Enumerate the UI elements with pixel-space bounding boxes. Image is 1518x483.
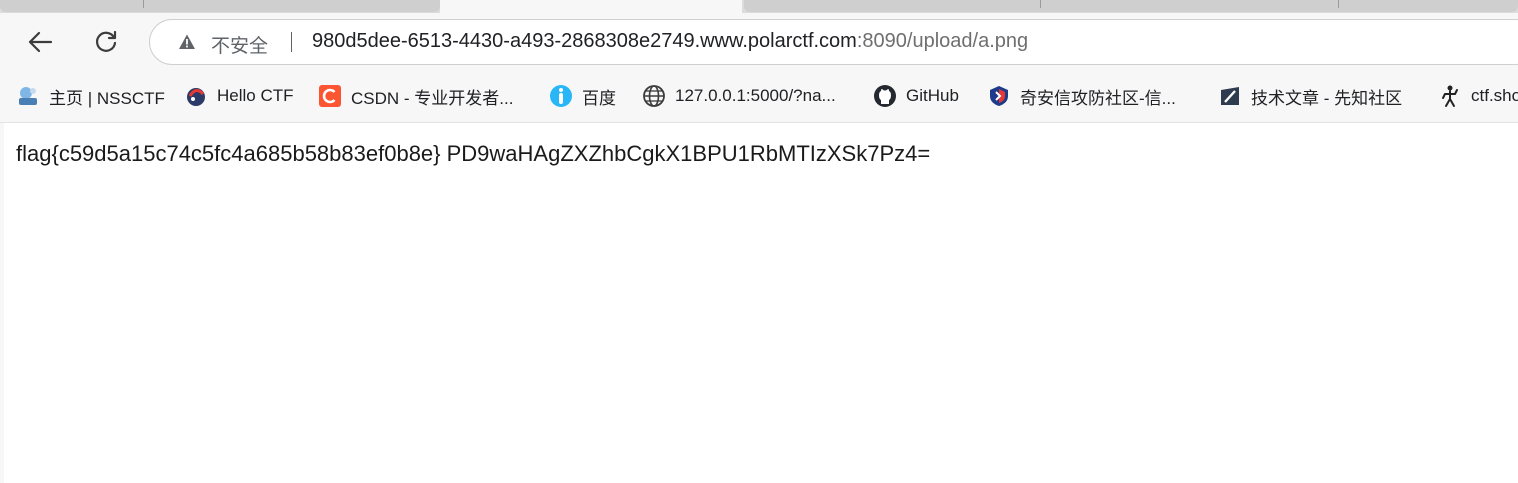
ctfshow-icon [1438, 84, 1462, 108]
bookmark-baidu[interactable]: 百度 [549, 82, 616, 110]
bookmark-github[interactable]: GitHub [873, 82, 959, 110]
bookmark-label: 127.0.0.1:5000/?na... [675, 86, 836, 105]
github-icon [873, 84, 897, 108]
security-label[interactable]: 不安全 [211, 31, 268, 58]
tab-strip [0, 0, 1518, 13]
bookmark-csdn[interactable]: CSDN - 专业开发者... [318, 82, 513, 110]
browser-chrome: 不安全 980d5dee-6513-4430-a493-2868308e2749… [0, 0, 1518, 122]
bookmark-label: 百度 [582, 88, 616, 108]
qianxin-icon [987, 84, 1011, 108]
bookmark-label: 主页 | NSSCTF [49, 88, 165, 108]
bookmark-ctfshow[interactable]: ctf.sho [1438, 82, 1518, 110]
bookmark-label: Hello CTF [217, 86, 294, 105]
reload-icon [95, 30, 117, 52]
hello-ctf-icon [184, 84, 208, 108]
xianzhi-icon [1218, 84, 1242, 108]
globe-icon [642, 84, 666, 108]
url-path: :8090/upload/a.png [856, 30, 1029, 52]
bookmark-hello-ctf[interactable]: Hello CTF [184, 82, 294, 110]
bookmark-label: GitHub [906, 86, 959, 105]
back-arrow-icon [28, 31, 53, 53]
baidu-icon [549, 84, 573, 108]
address-bar[interactable]: 不安全 980d5dee-6513-4430-a493-2868308e2749… [149, 19, 1518, 65]
bookmark-nssctf[interactable]: 主页 | NSSCTF [16, 82, 165, 110]
nssctf-icon [16, 84, 40, 108]
page-content: flag{c59d5a15c74c5fc4a685b58b83ef0b8e} P… [0, 123, 1518, 483]
warning-icon[interactable] [178, 33, 196, 51]
bookmark-label: CSDN - 专业开发者... [351, 88, 514, 108]
url-host: 980d5dee-6513-4430-a493-2868308e2749.www… [312, 30, 857, 52]
response-text: flag{c59d5a15c74c5fc4a685b58b83ef0b8e} P… [16, 141, 931, 166]
reload-button[interactable] [88, 24, 124, 60]
tab-right[interactable] [744, 0, 1518, 12]
url-text[interactable]: 980d5dee-6513-4430-a493-2868308e2749.www… [312, 30, 1028, 53]
tab-left[interactable] [0, 0, 440, 12]
back-button[interactable] [22, 24, 58, 60]
tab-active[interactable] [440, 0, 742, 13]
bookmark-qianxin[interactable]: 奇安信攻防社区-信... [987, 82, 1176, 110]
bookmark-localhost[interactable]: 127.0.0.1:5000/?na... [642, 82, 836, 110]
address-divider [291, 32, 292, 52]
bookmark-label: 技术文章 - 先知社区 [1251, 88, 1403, 108]
window-left-edge [0, 123, 4, 483]
csdn-icon [318, 84, 342, 108]
bookmark-label: 奇安信攻防社区-信... [1020, 88, 1176, 108]
bookmark-label: ctf.sho [1471, 86, 1518, 105]
bookmarks-bar: 主页 | NSSCTF Hello CTF CSDN - 专业开发者... 百度… [0, 78, 1518, 114]
bookmark-xianzhi[interactable]: 技术文章 - 先知社区 [1218, 82, 1402, 110]
